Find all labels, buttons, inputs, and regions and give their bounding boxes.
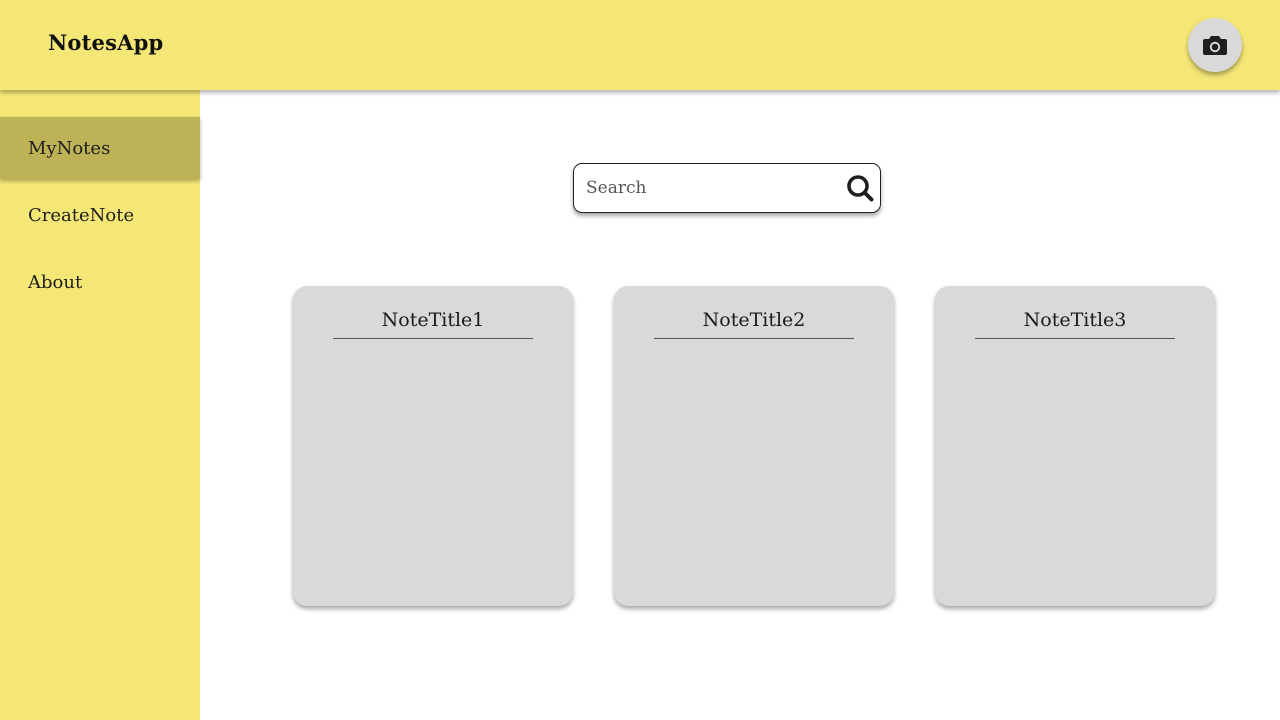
search-icon[interactable]: [846, 174, 874, 202]
app-header: NotesApp: [0, 0, 1280, 90]
sidebar-item-about[interactable]: About: [0, 251, 200, 313]
sidebar-item-mynotes[interactable]: MyNotes: [0, 117, 200, 179]
app-root: NotesApp MyNotes CreateNote About Search…: [0, 0, 1280, 720]
note-title: NoteTitle2: [654, 306, 854, 339]
sidebar-item-createnote[interactable]: CreateNote: [0, 184, 200, 246]
search-input[interactable]: [586, 173, 836, 203]
sidebar-item-label: MyNotes: [28, 137, 111, 159]
note-title: NoteTitle3: [975, 306, 1175, 339]
camera-icon: [1203, 36, 1227, 55]
note-card[interactable]: NoteTitle1: [293, 286, 573, 606]
note-card[interactable]: NoteTitle3: [935, 286, 1215, 606]
note-card[interactable]: NoteTitle2: [614, 286, 894, 606]
app-title: NotesApp: [48, 30, 164, 55]
sidebar: MyNotes CreateNote About: [0, 90, 200, 720]
sidebar-item-label: CreateNote: [28, 204, 135, 226]
camera-button[interactable]: [1188, 18, 1242, 72]
sidebar-item-label: About: [28, 271, 83, 293]
search-box: [573, 163, 881, 213]
note-title: NoteTitle1: [333, 306, 533, 339]
